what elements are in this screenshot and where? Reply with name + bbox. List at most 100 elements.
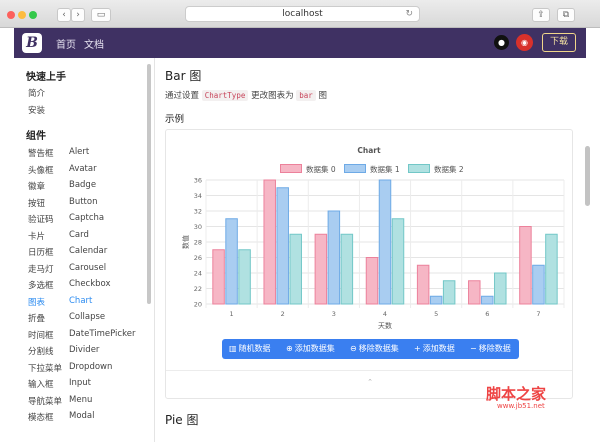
bar [494,272,507,305]
share-icon[interactable]: ⇪ [532,8,550,22]
bar [519,226,532,305]
minimize-window-button[interactable] [18,11,26,19]
sidebar-item-alert[interactable]: 警告框 Alert [28,147,148,161]
sidebar-item-button[interactable]: 按钮 Button [28,197,148,211]
sidebar-item-cn-label: 日历框 [28,248,54,258]
chart-action-label: 添加数据 [422,344,455,353]
chart-icon: ▥ [229,344,237,353]
bar [263,179,276,305]
example-heading: 示例 [165,114,185,125]
close-window-button[interactable] [7,11,15,19]
back-button[interactable]: ‹ [57,8,71,22]
sidebar-item-en-label: Input [69,378,92,388]
chart-action-label: 随机数据 [238,344,271,353]
brand-logo[interactable]: B [22,33,42,53]
sidebar-item-en-label: Divider [69,345,100,355]
nav-link-docs[interactable]: 文档 [84,36,104,51]
sidebar-item-en-label: Modal [69,411,95,421]
bar [314,233,328,305]
sidebar-item-menu[interactable]: 导航菜单 Menu [28,395,148,409]
sidebar-item-cn-label: 多选框 [28,281,54,291]
sidebar-item-divider[interactable]: 分割线 Divider [28,345,148,359]
sidebar-item-input[interactable]: 输入框 Input [28,378,148,392]
github-icon[interactable]: ● [494,35,509,50]
example-divider [166,370,572,371]
sidebar-item-cn-label: 按钮 [28,198,46,209]
sidebar-item-avatar[interactable]: 头像框 Avatar [28,164,148,178]
chart-action-button[interactable]: ▥ 随机数据 [229,339,271,359]
nav-link-home[interactable]: 首页 [56,36,76,51]
bar [391,218,405,305]
chart-action-button[interactable]: + 添加数据 [414,339,455,359]
x-tick-label: 7 [536,310,540,318]
watermark-logo: 脚本之家 [486,385,547,403]
chart-action-button[interactable]: ⊖ 移除数据集 [350,339,399,359]
weibo-icon[interactable]: ◉ [516,34,533,51]
sidebar-item-en-label: Badge [69,180,97,190]
sidebar-item-chart[interactable]: 图表 Chart [28,296,148,310]
bar [212,249,225,305]
bar [532,264,545,305]
sidebar-item-cn-label: 卡片 [28,231,46,242]
url-text: localhost [282,9,323,19]
sidebar-item-collapse[interactable]: 折叠 Collapse [28,312,148,326]
sidebar-item-install[interactable]: 安装 [28,104,45,116]
y-tick-label: 28 [194,239,202,247]
page-title: Bar 图 [165,69,202,83]
sidebar-item-cn-label: 头像框 [28,165,54,176]
sidebar-scrollbar[interactable] [147,64,151,304]
sidebar-item-card[interactable]: 卡片 Card [28,230,148,244]
sidebar-item-cn-label: 折叠 [28,314,46,324]
sidebar-item-en-label: Checkbox [69,279,111,289]
sidebar-toggle-icon[interactable]: ▭ [91,8,111,22]
sidebar-item-carousel[interactable]: 走马灯 Carousel [28,263,148,277]
sidebar-item-en-label: Dropdown [69,361,113,372]
y-tick-label: 26 [194,254,202,262]
sidebar-item-modal[interactable]: 模态框 Modal [28,411,148,425]
sidebar-item-intro[interactable]: 简介 [28,87,45,99]
sidebar-item-datetimepicker[interactable]: 时间框 DateTimePicker [28,329,148,343]
reload-icon[interactable]: ↻ [405,7,413,21]
y-tick-label: 22 [194,285,202,293]
sidebar-item-cn-label: 输入框 [28,380,54,390]
browser-toolbar: ‹ › ▭ localhost ↻ ⇪ ⧉ [0,0,600,28]
collapse-toggle-icon[interactable]: ⌃ [366,378,374,386]
tabs-icon[interactable]: ⧉ [557,8,575,22]
zoom-window-button[interactable] [29,11,37,19]
minus-circle-icon: ⊖ [350,344,357,353]
plus-icon: + [414,344,421,353]
bar [416,264,430,305]
sidebar-item-cn-label: 下拉菜单 [28,363,63,374]
y-tick-label: 36 [194,177,202,185]
sidebar-item-en-label: Chart [69,295,93,306]
y-tick-label: 32 [194,208,202,216]
watermark-url: www.jb51.net [497,402,545,410]
main-scrollbar[interactable] [585,146,590,206]
chart-button-group: ▥ 随机数据 ⊕ 添加数据集 ⊖ 移除数据集 + 添加数据 − 移除数据 [222,339,519,359]
sidebar-item-captcha[interactable]: 验证码 Captcha [28,213,148,227]
bar [378,179,392,305]
address-bar[interactable]: localhost ↻ [185,6,420,22]
x-tick-label: 6 [485,310,489,318]
chart-action-button[interactable]: − 移除数据 [470,339,511,359]
x-tick-label: 2 [281,310,285,318]
example-card: Chart 数据集 0 数据集 1 数据集 2 20 22 24 26 28 30 32 34 36… [165,129,573,399]
sidebar-item-en-label: Carousel [69,262,107,273]
chart-action-label: 添加数据集 [294,344,335,353]
sidebar-group-components: 组件 [26,131,46,142]
minus-icon: − [470,344,477,353]
sidebar-item-calendar[interactable]: 日历框 Calendar [28,246,148,260]
app-navbar: B 首页 文档 ● ◉ 下载 [14,28,586,58]
plus-circle-icon: ⊕ [286,344,293,353]
forward-button[interactable]: › [71,8,85,22]
bar [545,233,558,305]
sidebar-item-badge[interactable]: 徽章 Badge [28,180,148,194]
sidebar-item-cn-label: 时间框 [28,330,54,341]
sidebar-item-checkbox[interactable]: 多选框 Checkbox [28,279,148,293]
chart-action-button[interactable]: ⊕ 添加数据集 [286,339,335,359]
download-button[interactable]: 下载 [542,33,576,52]
sidebar-item-dropdown[interactable]: 下拉菜单 Dropdown [28,362,148,376]
sidebar-item-en-label: Button [69,196,98,207]
y-tick-label: 34 [194,192,202,200]
bar [340,233,354,305]
